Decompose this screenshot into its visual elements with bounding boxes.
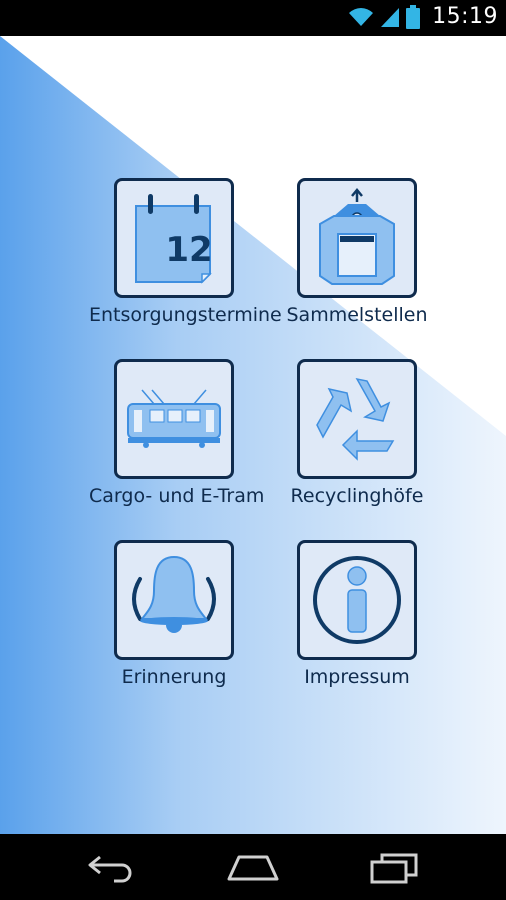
- calendar-icon: 12: [135, 194, 213, 284]
- recent-apps-button[interactable]: [358, 848, 430, 888]
- tram-icon: [127, 389, 221, 448]
- back-button[interactable]: [76, 848, 148, 888]
- navigation-bar: [0, 834, 506, 900]
- tile-frame: [297, 540, 417, 660]
- menu-item-label: Recyclinghöfe: [290, 485, 424, 507]
- bell-icon: [132, 555, 216, 633]
- recent-apps-icon: [370, 853, 418, 884]
- container-icon: [319, 188, 395, 285]
- main-content: 12 Entsorgungstermine Sammelstellen Carg…: [0, 36, 506, 834]
- menu-item-entsorgungstermine[interactable]: 12 Entsorgungstermine: [89, 178, 282, 326]
- tile-frame: [114, 359, 234, 479]
- menu-item-cargo-und-e-tram[interactable]: Cargo- und E-Tram: [89, 359, 265, 507]
- menu-item-recyclinghoefe[interactable]: Recyclinghöfe: [272, 359, 442, 507]
- status-icons: 15:19: [348, 4, 498, 29]
- home-button[interactable]: [217, 848, 289, 888]
- signal-icon: [381, 7, 400, 27]
- tile-frame: [297, 178, 417, 298]
- menu-grid: 12 Entsorgungstermine Sammelstellen Carg…: [0, 36, 506, 834]
- tile-frame: [114, 540, 234, 660]
- home-icon: [227, 855, 279, 881]
- status-time: 15:19: [432, 4, 498, 29]
- tile-frame: [297, 359, 417, 479]
- menu-item-label: Erinnerung: [121, 666, 227, 688]
- wifi-icon: [349, 7, 374, 26]
- menu-item-label: Entsorgungstermine: [89, 304, 282, 326]
- calendar-day: 12: [165, 230, 212, 270]
- status-bar: 15:19: [0, 0, 506, 36]
- menu-item-label: Cargo- und E-Tram: [89, 485, 265, 507]
- menu-item-label: Impressum: [304, 666, 410, 688]
- menu-item-sammelstellen[interactable]: Sammelstellen: [272, 178, 442, 326]
- menu-item-erinnerung[interactable]: Erinnerung: [89, 540, 259, 688]
- recycle-icon: [316, 377, 395, 461]
- info-icon: [313, 556, 401, 644]
- battery-icon: [406, 4, 421, 29]
- menu-item-impressum[interactable]: Impressum: [272, 540, 442, 688]
- menu-item-label: Sammelstellen: [286, 304, 428, 326]
- tile-frame: 12: [114, 178, 234, 298]
- back-icon: [88, 855, 132, 883]
